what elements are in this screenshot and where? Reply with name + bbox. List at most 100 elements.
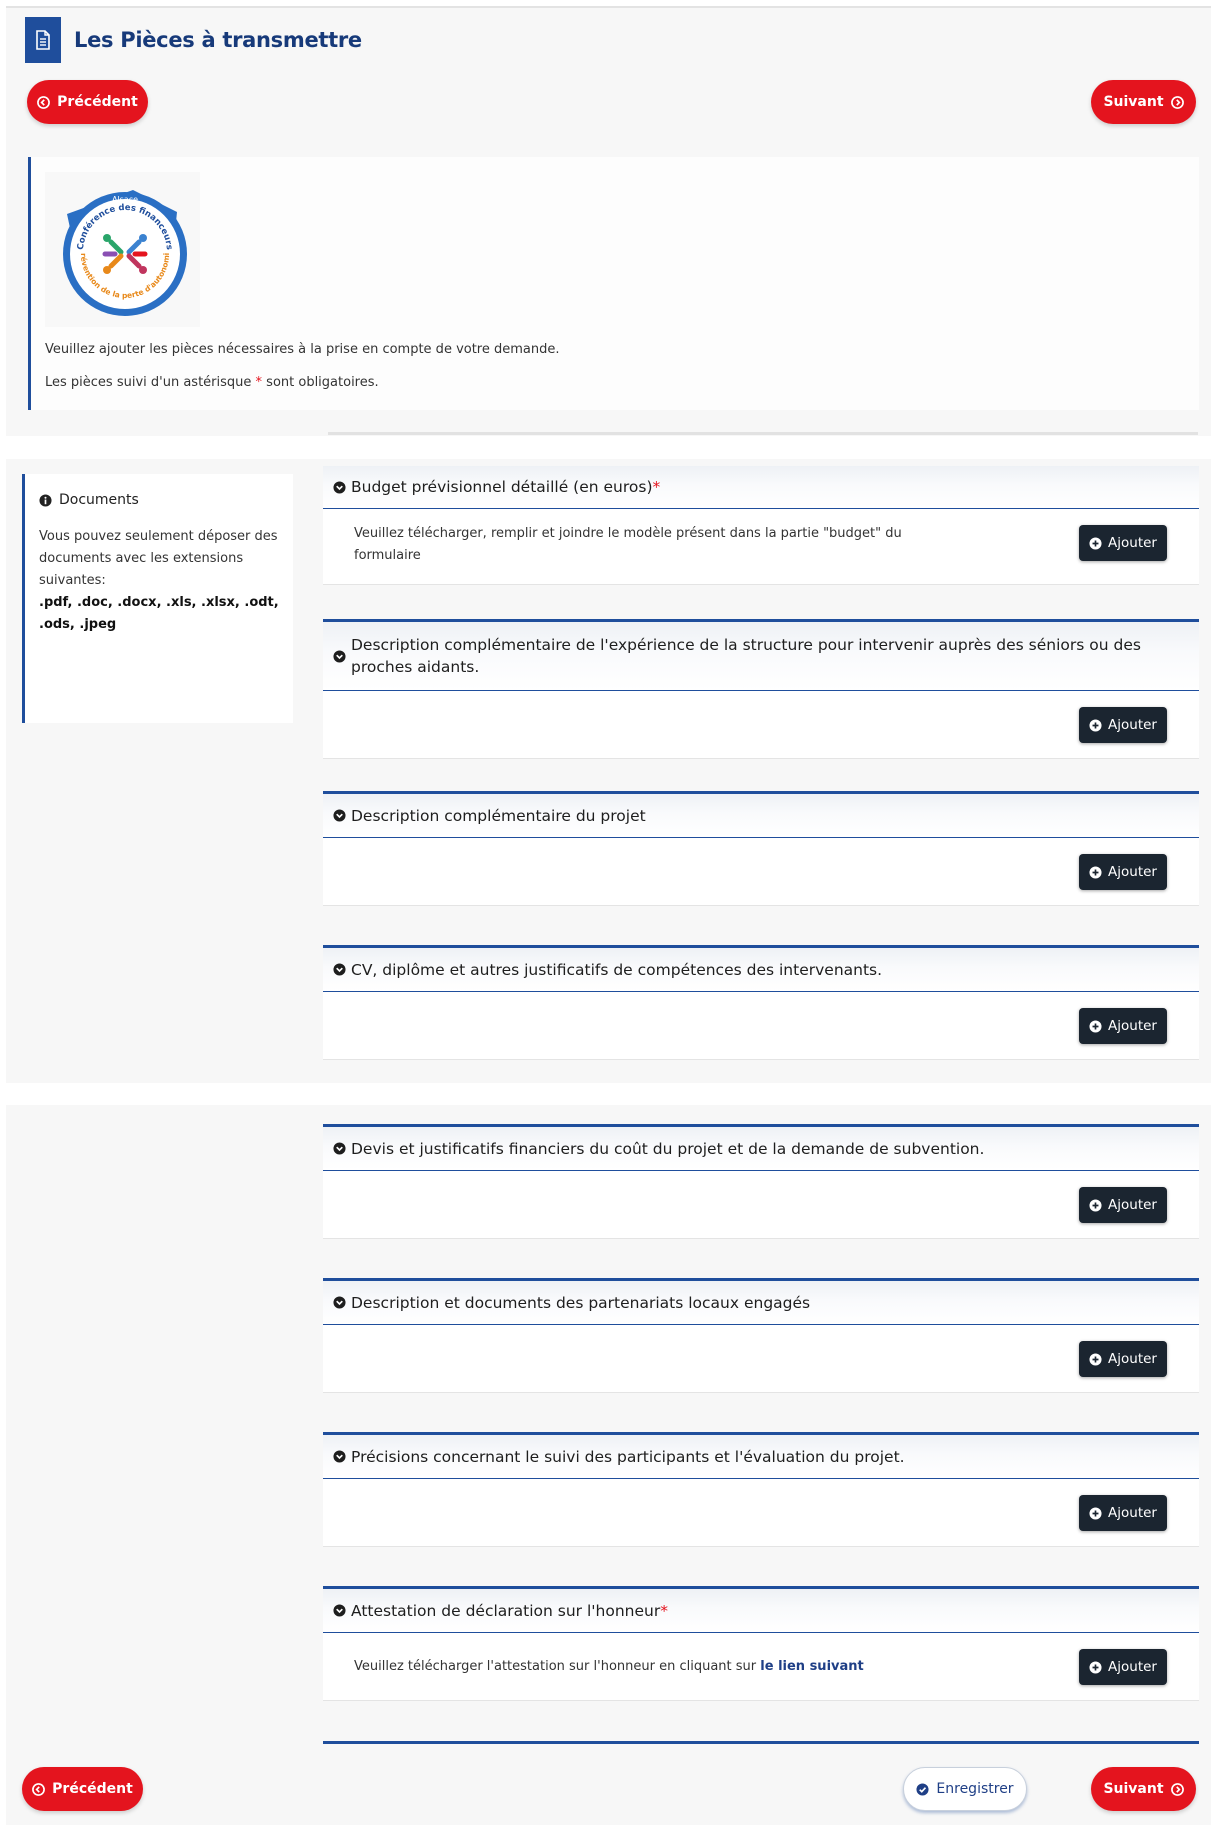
required-asterisk: * (660, 1601, 668, 1620)
next-button-bottom[interactable]: Suivant (1091, 1767, 1196, 1811)
section-note: Veuillez télécharger l'attestation sur l… (354, 1656, 864, 1678)
svg-text:Alsace: Alsace (112, 195, 138, 204)
section-header[interactable]: Budget prévisionnel détaillé (en euros) * (323, 466, 1199, 509)
add-file-button[interactable]: Ajouter (1079, 707, 1167, 743)
intro-divider (328, 432, 1198, 435)
add-button-label: Ajouter (1108, 1659, 1157, 1675)
add-button-label: Ajouter (1108, 535, 1157, 551)
save-button[interactable]: Enregistrer (903, 1767, 1027, 1811)
add-file-button[interactable]: Ajouter (1079, 1495, 1167, 1531)
section-title: Description complémentaire du projet (351, 806, 646, 825)
plus-circle-icon (1089, 1506, 1102, 1520)
section-title: Budget prévisionnel détaillé (en euros) (351, 478, 653, 496)
section-suivi-evaluation: Précisions concernant le suivi des parti… (323, 1432, 1199, 1547)
chevron-down-icon (333, 1296, 346, 1309)
arrow-circle-left-icon (37, 95, 51, 109)
section-title: CV, diplôme et autres justificatifs de c… (351, 960, 883, 979)
add-file-button[interactable]: Ajouter (1079, 525, 1167, 561)
next-button-label: Suivant (1103, 94, 1164, 110)
previous-button-bottom[interactable]: Précédent (22, 1767, 143, 1811)
add-file-button[interactable]: Ajouter (1079, 1187, 1167, 1223)
plus-circle-icon (1089, 536, 1102, 550)
arrow-circle-right-icon (1170, 95, 1184, 109)
documents-info-panel: Documents Vous pouvez seulement déposer … (22, 474, 293, 723)
plus-circle-icon (1089, 1660, 1102, 1674)
info-title-label: Documents (59, 492, 139, 508)
add-button-label: Ajouter (1108, 717, 1157, 733)
info-circle-icon (39, 493, 52, 507)
section-body: Veuillez télécharger, remplir et joindre… (323, 509, 1199, 585)
required-asterisk: * (652, 478, 661, 496)
chevron-down-icon (333, 480, 346, 494)
chevron-down-icon (333, 963, 346, 976)
next-button-top[interactable]: Suivant (1091, 80, 1196, 124)
section-attestation-honneur: Attestation de déclaration sur l'honneur… (323, 1586, 1199, 1701)
section-devis-justificatifs: Devis et justificatifs financiers du coû… (323, 1124, 1199, 1239)
add-button-label: Ajouter (1108, 1351, 1157, 1367)
section-title: Description et documents des partenariat… (351, 1293, 811, 1312)
section-header[interactable]: Description et documents des partenariat… (323, 1281, 1199, 1325)
page-title: Les Pièces à transmettre (74, 28, 362, 52)
required-note-prefix: Les pièces suivi d'un astérisque (45, 375, 252, 390)
plus-circle-icon (1089, 865, 1102, 879)
info-title: Documents (39, 492, 279, 508)
add-button-label: Ajouter (1108, 1505, 1157, 1521)
section-title: Description complémentaire de l'expérien… (351, 636, 1141, 676)
arrow-circle-right-icon (1170, 1782, 1184, 1796)
add-file-button[interactable]: Ajouter (1079, 1649, 1167, 1685)
add-button-label: Ajouter (1108, 864, 1157, 880)
plus-circle-icon (1089, 718, 1102, 732)
conference-financeurs-logo: Alsace Conférence des financeurs Prévent… (42, 165, 200, 327)
section-title: Attestation de déclaration sur l'honneur (351, 1601, 661, 1620)
section-body: Ajouter (323, 838, 1199, 906)
section-header[interactable]: Description complémentaire du projet (323, 794, 1199, 838)
section-partenariats: Description et documents des partenariat… (323, 1278, 1199, 1393)
section-body: Ajouter (323, 992, 1199, 1060)
intro-instructions: Veuillez ajouter les pièces nécessaires … (45, 342, 560, 357)
check-circle-icon (916, 1782, 929, 1796)
section-body: Ajouter (323, 1479, 1199, 1547)
section-title: Précisions concernant le suivi des parti… (351, 1447, 905, 1466)
info-description: Vous pouvez seulement déposer des docume… (39, 529, 278, 588)
section-body: Ajouter (323, 1171, 1199, 1239)
required-note-suffix: sont obligatoires. (266, 375, 379, 390)
document-icon (25, 17, 61, 63)
chevron-down-icon (333, 649, 346, 663)
section-body: Ajouter (323, 1325, 1199, 1393)
chevron-down-icon (333, 1142, 346, 1155)
sections-end-rule (323, 1741, 1199, 1744)
plus-circle-icon (1089, 1352, 1102, 1366)
intro-panel: Alsace Conférence des financeurs Prévent… (28, 157, 1199, 410)
add-button-label: Ajouter (1108, 1197, 1157, 1213)
section-title: Devis et justificatifs financiers du coû… (351, 1139, 985, 1158)
previous-button-top[interactable]: Précédent (27, 80, 148, 124)
note-text: Veuillez télécharger l'attestation sur l… (354, 1659, 757, 1674)
section-header[interactable]: Attestation de déclaration sur l'honneur… (323, 1589, 1199, 1633)
intro-required-note: Les pièces suivi d'un astérisque * sont … (45, 375, 379, 390)
previous-button-label: Précédent (52, 1781, 133, 1797)
save-button-label: Enregistrer (936, 1781, 1014, 1797)
page-header: Les Pièces à transmettre (25, 17, 362, 63)
section-cv-diplome: CV, diplôme et autres justificatifs de c… (323, 945, 1199, 1060)
next-button-label: Suivant (1103, 1781, 1164, 1797)
previous-button-label: Précédent (57, 94, 138, 110)
chevron-down-icon (333, 1450, 346, 1463)
add-file-button[interactable]: Ajouter (1079, 1008, 1167, 1044)
section-header[interactable]: Description complémentaire de l'expérien… (323, 622, 1199, 691)
section-description-projet: Description complémentaire du projet Ajo… (323, 791, 1199, 906)
section-note: Veuillez télécharger, remplir et joindre… (354, 526, 902, 563)
section-header[interactable]: Précisions concernant le suivi des parti… (323, 1435, 1199, 1479)
add-file-button[interactable]: Ajouter (1079, 854, 1167, 890)
attestation-download-link[interactable]: le lien suivant (760, 1659, 863, 1674)
allowed-extensions: .pdf, .doc, .docx, .xls, .xlsx, .odt, .o… (39, 595, 279, 632)
plus-circle-icon (1089, 1198, 1102, 1212)
section-body: Ajouter (323, 691, 1199, 759)
section-header[interactable]: Devis et justificatifs financiers du coû… (323, 1127, 1199, 1171)
required-asterisk: * (255, 375, 263, 390)
section-experience-structure: Description complémentaire de l'expérien… (323, 619, 1199, 759)
section-header[interactable]: CV, diplôme et autres justificatifs de c… (323, 948, 1199, 992)
add-file-button[interactable]: Ajouter (1079, 1341, 1167, 1377)
chevron-down-icon (333, 1604, 346, 1617)
section-budget: Budget prévisionnel détaillé (en euros) *… (323, 466, 1199, 585)
arrow-circle-left-icon (32, 1782, 46, 1796)
